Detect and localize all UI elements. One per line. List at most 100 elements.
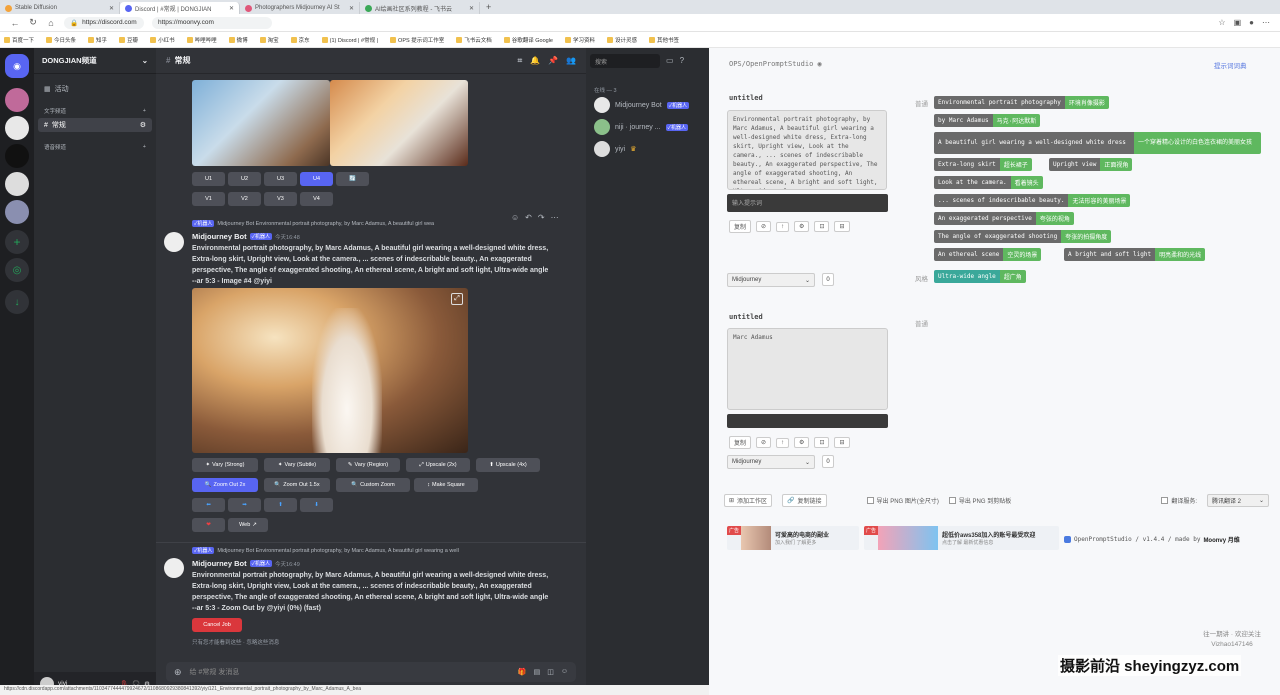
custom-zoom-button[interactable]: 🔍 Custom Zoom	[336, 478, 410, 492]
add-attachment-icon[interactable]: ⊕	[174, 667, 182, 678]
cancel-job-button[interactable]: Cancel Job	[192, 618, 242, 632]
bookmark-item[interactable]: 小红书	[150, 36, 175, 44]
message-input[interactable]: ⊕ 给 #常规 发消息 🎁 ▤ ◫ ☺	[166, 662, 576, 682]
export-clipboard-option[interactable]: 导出 PNG 到剪贴板	[948, 496, 1011, 505]
gift-icon[interactable]: 🎁	[518, 668, 527, 676]
u3-button[interactable]: U3	[264, 172, 297, 186]
copy-image-button[interactable]: ⊡	[814, 437, 830, 448]
bookmark-item[interactable]: 飞书云文档	[456, 36, 492, 44]
prompt-textarea-2[interactable]: Marc Adamus	[727, 328, 888, 410]
upscale-4x-button[interactable]: ⬆ Upscale (4x)	[476, 458, 540, 472]
reply-reference[interactable]: ✓机器人 Midjourney Bot Environmental portra…	[192, 220, 512, 227]
member-item[interactable]: Midjourney Bot ✓机器人	[586, 94, 709, 116]
emoji-icon[interactable]: ☺	[561, 668, 568, 676]
server-icon[interactable]	[5, 200, 29, 224]
close-icon[interactable]: ✕	[349, 5, 354, 12]
pan-down-button[interactable]: ⬇	[300, 498, 333, 512]
copy-image-button[interactable]: ⊡	[814, 221, 830, 232]
browser-tab-3[interactable]: AI绘画社区系列教程 - 飞书云 ✕	[360, 2, 480, 14]
disable-button[interactable]: ⊘	[756, 221, 772, 232]
upscaled-image[interactable]: ⤢	[192, 288, 468, 453]
expand-icon[interactable]: ⤢	[451, 293, 463, 305]
bookmark-item[interactable]: 知乎	[88, 36, 107, 44]
add-channel-icon[interactable]: +	[143, 144, 146, 150]
prompt-input[interactable]: 输入提示词	[727, 194, 888, 212]
new-tab-button[interactable]: +	[480, 2, 497, 12]
ad-banner-2[interactable]: 广告 超低价aws358加入的账号最受欢迎 点击了解 最新优惠信息	[864, 526, 1059, 550]
download-icon[interactable]: ↓	[5, 290, 29, 314]
bookmark-item[interactable]: 哔哩哔哩	[186, 36, 217, 44]
vary-region-button[interactable]: ✎ Vary (Region)	[336, 458, 400, 472]
url-field-right[interactable]: https://moonvy.com	[152, 16, 272, 29]
add-server-icon[interactable]: +	[5, 230, 29, 254]
bookmark-item[interactable]: OPS 提示词工作室	[390, 36, 444, 44]
back-icon[interactable]: ←	[10, 18, 20, 28]
v2-button[interactable]: V2	[228, 192, 261, 206]
profile-icon[interactable]: ●	[1249, 18, 1254, 27]
count-box-1[interactable]: 0	[822, 273, 834, 286]
avatar[interactable]	[164, 558, 184, 578]
zoom-out-1-5x-button[interactable]: 🔍 Zoom Out 1.5x	[264, 478, 330, 492]
ad-banner-1[interactable]: 广告 可爱高的电商的副业 加入我们 了解更多	[727, 526, 859, 550]
upscale-2x-button[interactable]: ⤢ Upscale (2x)	[406, 458, 470, 472]
member-item[interactable]: yiyi ♛	[586, 138, 709, 160]
menu-icon[interactable]: ⋯	[1262, 18, 1270, 27]
pan-left-button[interactable]: ⬅	[192, 498, 225, 512]
prompt-input-2[interactable]	[727, 414, 888, 428]
message-author[interactable]: Midjourney Bot ✓机器人 今天16:48	[192, 232, 300, 241]
u2-button[interactable]: U2	[228, 172, 261, 186]
events-item[interactable]: ▦ 活动	[34, 82, 156, 96]
inbox-icon[interactable]: ▭	[666, 56, 674, 65]
prompt-textarea-1[interactable]: Environmental portrait photography, by M…	[727, 110, 887, 190]
checkbox[interactable]	[948, 496, 956, 504]
pan-up-button[interactable]: ⬆	[264, 498, 297, 512]
bookmark-item[interactable]: 谷歌翻译 Google	[503, 36, 553, 44]
explore-icon[interactable]: ◎	[5, 258, 29, 282]
model-select-1[interactable]: Midjourney ⌄	[727, 273, 815, 287]
server-icon[interactable]	[5, 172, 29, 196]
up-button[interactable]: ↑	[776, 437, 790, 448]
server-name-header[interactable]: DONGJIAN频道 ⌄	[34, 48, 156, 74]
web-button[interactable]: Web ↗	[228, 518, 268, 532]
search-input[interactable]: 搜索	[590, 54, 660, 68]
close-icon[interactable]: ✕	[229, 5, 234, 12]
pan-right-button[interactable]: ➡	[228, 498, 261, 512]
prompt-tag[interactable]: by Marc Adamus 马克·阿达默斯	[934, 114, 1041, 127]
prompt-tag[interactable]: Environmental portrait photography 环境肖像摄影	[934, 96, 1109, 109]
add-channel-icon[interactable]: +	[143, 108, 146, 114]
bookmark-item[interactable]: 其他书签	[649, 36, 679, 44]
threads-icon[interactable]: ⌗	[518, 56, 523, 66]
u4-button[interactable]: U4	[300, 172, 333, 186]
server-icon[interactable]	[5, 116, 29, 140]
reply-reference[interactable]: ✓机器人 Midjourney Bot Environmental portra…	[192, 547, 542, 554]
model-select-2[interactable]: Midjourney ⌄	[727, 455, 815, 469]
github-icon[interactable]: ◉	[818, 60, 822, 68]
checkbox[interactable]	[866, 496, 874, 504]
bookmark-item[interactable]: 淘宝	[259, 36, 279, 44]
disable-button[interactable]: ⊘	[756, 437, 772, 448]
translate-select[interactable]: 腾讯翻译 2 ⌄	[1207, 493, 1269, 507]
sticker-icon[interactable]: ◫	[547, 668, 554, 676]
grid-image-1[interactable]	[192, 80, 330, 166]
bell-icon[interactable]: 🔔	[530, 56, 540, 66]
extension-icon[interactable]: ▣	[1234, 18, 1242, 27]
heart-button[interactable]: ❤	[192, 518, 225, 532]
reroll-icon[interactable]: 🔄	[336, 172, 369, 186]
message-author[interactable]: Midjourney Bot ✓机器人 今天16:49	[192, 559, 300, 568]
prompt-tag[interactable]: An ethereal scene 空灵的场景	[934, 248, 1042, 261]
bookmark-item[interactable]: 学习资料	[564, 36, 595, 44]
prompt-tag[interactable]: An exaggerated perspective 夸张的视角	[934, 212, 1074, 225]
delete-button[interactable]: ⊟	[834, 437, 850, 448]
avatar[interactable]	[164, 232, 184, 252]
delete-button[interactable]: ⊟	[834, 221, 850, 232]
add-workspace-button[interactable]: ⊞ 添加工作区	[724, 493, 773, 507]
bookmark-item[interactable]: 京东	[290, 36, 310, 44]
member-item[interactable]: niji · journey ... ✓机器人	[586, 116, 709, 138]
settings-button[interactable]: ⚙	[794, 221, 810, 232]
moonvy-link[interactable]: Moonvy 月维	[1203, 535, 1239, 544]
close-icon[interactable]: ✕	[469, 5, 474, 12]
bookmark-item[interactable]: 微博	[228, 36, 248, 44]
help-icon[interactable]: ?	[680, 56, 684, 65]
export-png-option[interactable]: 导出 PNG 图片(全尺寸)	[866, 496, 939, 505]
voice-category[interactable]: 语音频道 +	[34, 140, 156, 154]
